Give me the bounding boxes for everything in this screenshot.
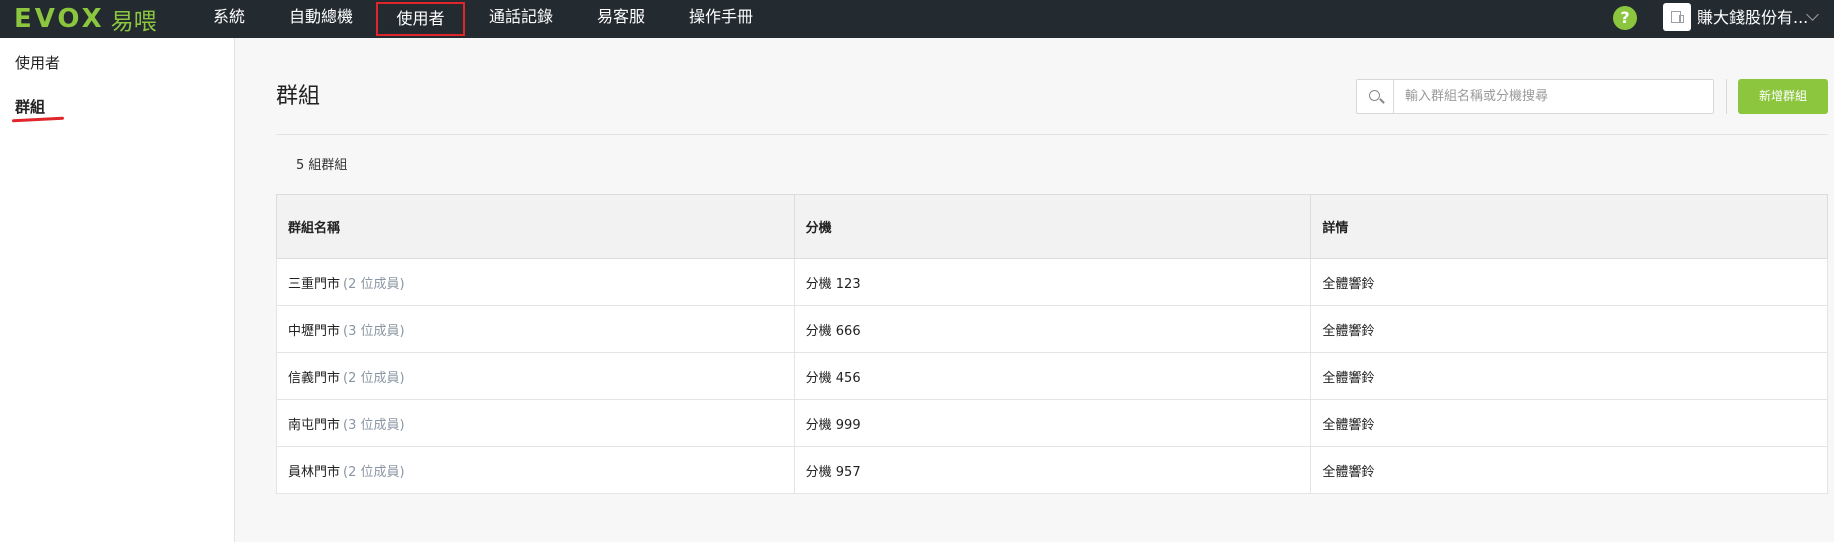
column-header-extension[interactable]: 分機 [793,194,1312,259]
group-name[interactable]: 三重門市 [288,277,340,292]
group-name-cell[interactable]: 三重門市 (2 位成員) [276,258,795,306]
details-cell: 全體響鈴 [1310,399,1828,447]
header-divider [276,134,1828,135]
divider [1726,79,1727,114]
table-row[interactable]: 中壢門市 (3 位成員) 分機 666 全體響鈴 [276,305,1828,353]
group-name[interactable]: 中壢門市 [288,324,340,339]
top-nav-bar: EVOX 易喂 系統 自動總機 使用者 通話記錄 易客服 操作手冊 ? 賺大錢股… [0,0,1834,38]
group-name-cell[interactable]: 信義門市 (2 位成員) [276,352,795,400]
logo-text: EVOX [14,4,105,34]
extension-cell: 分機 666 [793,305,1312,353]
table-header-row: 群組名稱 分機 詳情 [276,194,1828,259]
building-annex-shape [1679,15,1684,23]
page-title: 群組 [276,84,321,109]
extension-cell: 分機 123 [793,258,1312,306]
groups-table: 群組名稱 分機 詳情 三重門市 (2 位成員) 分機 123 全體響鈴 中壢門市(… [276,194,1828,494]
table-row[interactable]: 信義門市 (2 位成員) 分機 456 全體響鈴 [276,352,1828,400]
group-name[interactable]: 信義門市 [288,371,340,386]
add-group-button[interactable]: 新增群組 [1738,79,1828,114]
member-count: (2 位成員) [343,276,405,292]
table-row[interactable]: 三重門市 (2 位成員) 分機 123 全體響鈴 [276,258,1828,306]
logo-subtext: 易喂 [110,9,157,35]
member-count: (3 位成員) [343,417,405,433]
details-cell: 全體響鈴 [1310,352,1828,400]
member-count: (2 位成員) [343,464,405,480]
search-input[interactable] [1395,80,1713,113]
evox-logo[interactable]: EVOX 易喂 [14,0,157,38]
column-header-group-name[interactable]: 群組名稱 [276,194,795,259]
nav-auto-attendant[interactable]: 自動總機 [288,0,354,38]
details-cell: 全體響鈴 [1310,258,1828,306]
nav-users[interactable]: 使用者 [376,2,465,36]
company-name[interactable]: 賺大錢股份有... [1697,0,1808,38]
member-count: (2 位成員) [343,370,405,386]
extension-cell: 分機 456 [793,352,1312,400]
sidebar-item-groups[interactable]: 群組 [15,96,45,117]
details-cell: 全體響鈴 [1310,446,1828,494]
extension-cell: 分機 999 [793,399,1312,447]
nav-system[interactable]: 系統 [212,0,246,38]
extension-cell: 分機 957 [793,446,1312,494]
member-count: (3 位成員) [343,323,405,339]
group-name-cell[interactable]: 員林門市 (2 位成員) [276,446,795,494]
sidebar-item-users[interactable]: 使用者 [15,52,60,73]
table-row[interactable]: 南屯門市 (3 位成員) 分機 999 全體響鈴 [276,399,1828,447]
group-name[interactable]: 南屯門市 [288,418,340,433]
group-name-cell[interactable]: 南屯門市 (3 位成員) [276,399,795,447]
company-icon[interactable] [1663,3,1691,31]
annotation-underline [11,116,65,123]
search-icon[interactable] [1357,80,1394,113]
group-name[interactable]: 員林門市 [288,465,340,480]
help-icon[interactable]: ? [1613,6,1637,30]
search-icon-handle [1379,98,1385,104]
nav-customer-service[interactable]: 易客服 [596,0,646,38]
nav-manual[interactable]: 操作手冊 [688,0,754,38]
search-box [1356,79,1714,114]
details-cell: 全體響鈴 [1310,305,1828,353]
group-name-cell[interactable]: 中壢門市 (3 位成員) [276,305,795,353]
column-header-details[interactable]: 詳情 [1310,194,1828,259]
table-row[interactable]: 員林門市 (2 位成員) 分機 957 全體響鈴 [276,446,1828,494]
nav-call-records[interactable]: 通話記錄 [488,0,554,38]
group-count: 5 組群組 [296,158,348,173]
sidebar: 使用者 群組 [0,38,235,542]
